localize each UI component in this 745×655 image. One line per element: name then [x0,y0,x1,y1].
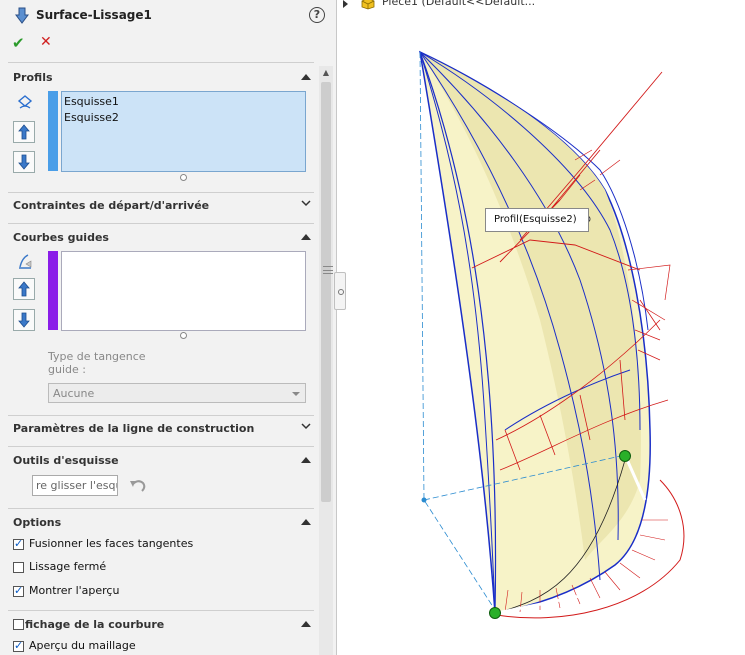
move-up-button[interactable] [13,121,35,143]
section-title-contraintes[interactable]: Contraintes de départ/d'arrivée [13,199,209,212]
scroll-up-icon[interactable]: ▲ [319,66,333,80]
divider [8,62,314,63]
pm-scrollbar[interactable]: ▲ [319,66,333,655]
collapse-courbure-icon[interactable] [301,621,311,627]
guide-curve-icon [19,254,32,269]
guide-color-bar [48,251,58,330]
undo-icon[interactable] [128,477,148,495]
divider [8,223,314,224]
profile-handle [619,450,631,462]
resize-handle[interactable] [180,174,187,181]
profile-selection-icon [17,95,33,109]
divider [8,508,314,509]
list-item[interactable]: Esquisse1 [64,95,119,108]
mesh-preview-checkbox[interactable] [13,639,24,652]
tangency-value: Aucune [53,387,95,400]
help-icon[interactable]: ? [309,7,325,23]
collapse-outils-icon[interactable] [301,457,311,463]
closed-loft-checkbox[interactable] [13,562,24,573]
chevron-down-icon [292,392,300,396]
property-manager: Surface-Lissage1 ? ✔ ✕ Profils Esquisse1… [0,0,337,655]
collapse-profils-icon[interactable] [301,74,311,80]
expand-parametres-icon[interactable] [301,423,311,431]
divider [8,415,314,416]
section-title-courbure[interactable]: fichage de la courbure [25,618,164,631]
pm-title: Surface-Lissage1 [36,8,152,22]
section-title-outils[interactable]: Outils d'esquisse [13,454,119,467]
show-preview-label[interactable]: Montrer l'aperçu [29,584,119,597]
point-marker [421,497,427,503]
tangency-label: Type de tangence guide : [48,350,146,376]
guide-move-up-button[interactable] [13,278,35,300]
list-item[interactable]: Esquisse2 [64,111,119,124]
section-title-courbes-guides[interactable]: Courbes guides [13,231,109,244]
loft-surface-icon [15,7,29,24]
scroll-thumb[interactable] [321,82,333,502]
move-down-button[interactable] [13,151,35,173]
divider [8,192,314,193]
resize-handle[interactable] [180,332,187,339]
profil-color-bar [48,91,58,171]
collapse-options-icon[interactable] [301,519,311,525]
ok-button[interactable]: ✔ [12,34,25,52]
loft-preview-model[interactable] [337,0,745,655]
divider [8,610,314,611]
divider [8,446,314,447]
profile-tooltip: Profil(Esquisse2) [485,208,589,232]
arrow-down-icon [18,312,30,328]
profile-handle [489,607,501,619]
guide-curve-list[interactable] [61,251,306,331]
curvature-display-checkbox[interactable] [13,619,24,630]
arrow-up-icon [18,124,30,140]
merge-tangent-faces-label[interactable]: Fusionner les faces tangentes [29,537,193,550]
guide-move-down-button[interactable] [13,309,35,331]
collapse-courbes-guides-icon[interactable] [301,234,311,240]
cancel-button[interactable]: ✕ [40,34,52,50]
section-title-parametres[interactable]: Paramètres de la ligne de construction [13,422,254,435]
merge-tangent-faces-checkbox[interactable] [13,537,24,550]
drag-sketch-button[interactable]: re glisser l'esqu [32,475,118,496]
mesh-preview-label[interactable]: Aperçu du maillage [29,639,136,652]
tangency-select[interactable]: Aucune [48,383,306,403]
arrow-down-icon [18,154,30,170]
closed-loft-label[interactable]: Lissage fermé [29,560,106,573]
section-title-profils[interactable]: Profils [13,71,53,84]
arrow-up-icon [18,281,30,297]
section-title-options[interactable]: Options [13,516,61,529]
expand-contraintes-icon[interactable] [301,200,311,208]
pm-header: Surface-Lissage1 ? ✔ ✕ [0,0,336,62]
show-preview-checkbox[interactable] [13,584,24,597]
